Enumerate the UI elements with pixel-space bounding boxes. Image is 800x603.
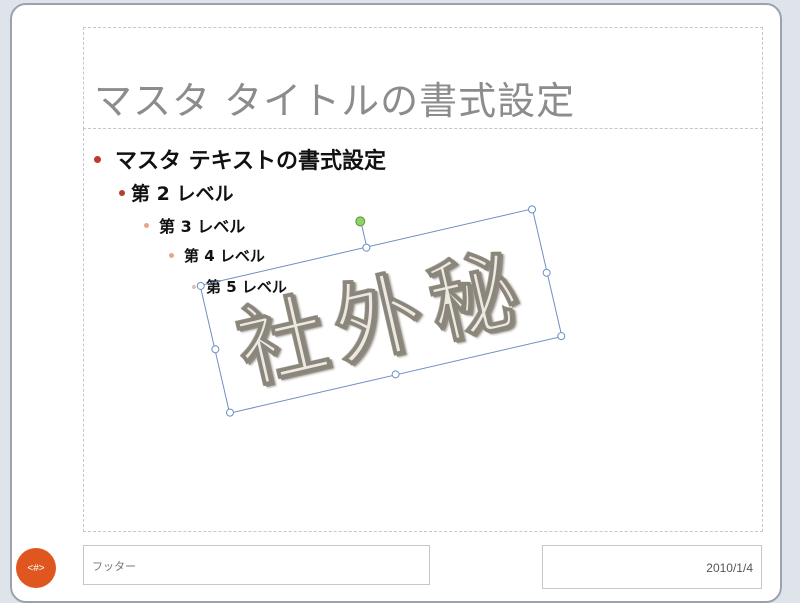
bullet-dot-icon — [94, 155, 101, 163]
footer-placeholder[interactable]: フッター — [83, 545, 430, 585]
bullet-dot-icon — [144, 222, 149, 228]
body-level-3[interactable]: 第 3 レベル — [144, 213, 245, 237]
bullet-dot-icon — [192, 284, 196, 289]
body-level-4[interactable]: 第 4 レベル — [169, 245, 265, 266]
bullet-dot-icon — [169, 253, 174, 258]
body-level-1[interactable]: マスタ テキストの書式設定 — [94, 143, 386, 175]
body-level-4-text: 第 4 レベル — [184, 247, 265, 265]
body-level-1-text: マスタ テキストの書式設定 — [115, 149, 387, 174]
page-number-text: <#> — [27, 562, 45, 574]
body-level-3-text: 第 3 レベル — [159, 217, 246, 236]
slide-canvas[interactable]: マスタ タイトルの書式設定 マスタ テキストの書式設定 第 2 レベル 第 3 … — [10, 3, 782, 603]
body-level-2-text: 第 2 レベル — [131, 183, 234, 205]
footer-text: フッター — [92, 561, 136, 573]
body-level-2[interactable]: 第 2 レベル — [119, 179, 233, 206]
page-number-badge[interactable]: <#> — [16, 548, 56, 588]
date-placeholder[interactable]: 2010/1/4 — [542, 545, 762, 589]
title-text[interactable]: マスタ タイトルの書式設定 — [94, 70, 575, 125]
bullet-dot-icon — [119, 189, 125, 196]
date-text: 2010/1/4 — [706, 561, 753, 575]
title-placeholder[interactable]: マスタ タイトルの書式設定 — [83, 27, 763, 129]
